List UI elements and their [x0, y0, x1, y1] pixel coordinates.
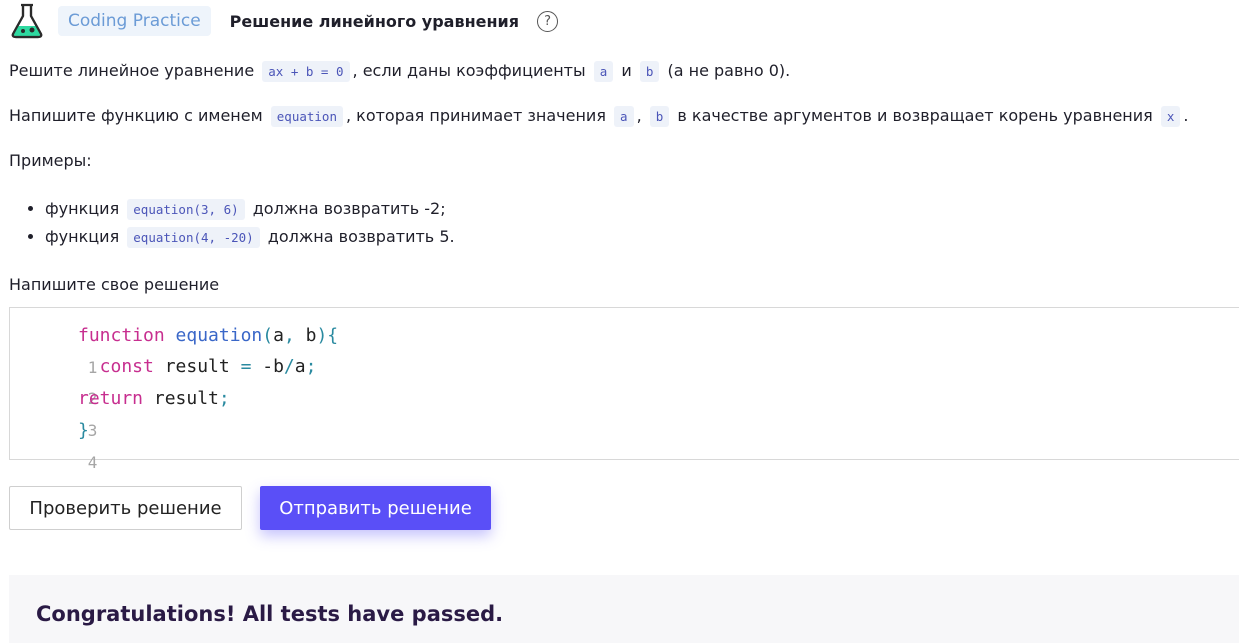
list-item: функция equation(3, 6) должна возвратить… — [45, 195, 455, 223]
text: должна возвратить -2; — [252, 199, 446, 218]
text: . — [1183, 106, 1189, 125]
code-line[interactable]: 3 return result; — [10, 383, 230, 440]
text: функция — [45, 227, 120, 246]
task-paragraph-1: Решите линейное уравнение ax + b = 0, ес… — [9, 59, 790, 84]
task-paragraph-2: Напишите функцию с именем equation, кото… — [9, 104, 1189, 129]
examples-list: функция equation(3, 6) должна возвратить… — [9, 195, 455, 251]
code-line[interactable]: 4 } — [10, 415, 97, 472]
token: result — [143, 388, 219, 409]
token: -b — [251, 356, 284, 377]
token: } — [78, 420, 89, 441]
token: ( — [262, 325, 274, 346]
editor-label: Напишите свое решение — [9, 275, 220, 294]
token: equation — [175, 325, 263, 346]
token: function — [78, 325, 165, 346]
token: , — [283, 325, 306, 346]
token: ; — [218, 388, 230, 409]
inline-code: x — [1160, 106, 1181, 127]
inline-code: a — [614, 106, 634, 127]
token: ){ — [316, 325, 339, 346]
code-editor[interactable]: 1 function equation(a, b){ 2 const resul… — [9, 307, 1239, 472]
text: Решите линейное уравнение — [9, 61, 255, 80]
token: return — [78, 388, 144, 409]
text: , если даны коэффициенты — [352, 61, 586, 80]
course-badge[interactable]: Coding Practice — [58, 6, 211, 36]
examples-label: Примеры: — [9, 151, 92, 170]
result-panel: Congratulations! All tests have passed. — [9, 575, 1239, 643]
flask-icon — [11, 3, 43, 39]
inline-code: equation — [270, 106, 343, 127]
token: a — [294, 356, 306, 377]
submit-solution-button[interactable]: Отправить решение — [260, 486, 491, 530]
token: / — [283, 356, 295, 377]
text: Напишите функцию с именем — [9, 106, 263, 125]
page-title: Решение линейного уравнения — [229, 11, 520, 31]
page-header: Coding Practice Решение линейного уравне… — [8, 2, 559, 40]
text: , — [636, 106, 642, 125]
text: должна возвратить 5. — [267, 227, 455, 246]
token: = — [240, 356, 252, 377]
text: функция — [45, 199, 120, 218]
help-icon[interactable]: ? — [537, 10, 559, 32]
token: b — [305, 325, 317, 346]
inline-code: b — [649, 106, 670, 127]
token: ; — [305, 356, 317, 377]
inline-code: equation(3, 6) — [127, 199, 245, 220]
text: , которая принимает значения — [345, 106, 606, 125]
line-number: 4 — [87, 453, 98, 472]
inline-code: a — [593, 61, 614, 82]
text: (a не равно 0). — [667, 61, 791, 80]
token: a — [273, 325, 284, 346]
code-line[interactable]: 1 function equation(a, b){ — [10, 320, 338, 377]
token: result — [153, 356, 241, 377]
token: const — [78, 356, 154, 377]
text: и — [621, 61, 632, 80]
success-message: Congratulations! All tests have passed. — [36, 602, 504, 626]
list-item: функция equation(4, -20) должна возврати… — [45, 223, 455, 251]
text: в качестве аргументов и возвращает корен… — [677, 106, 1153, 125]
inline-code: ax + b = 0 — [262, 61, 350, 82]
code-line[interactable]: 2 const result = -b/a; — [10, 351, 317, 408]
check-solution-button[interactable]: Проверить решение — [9, 486, 242, 530]
inline-code: equation(4, -20) — [127, 227, 260, 248]
inline-code: b — [639, 61, 660, 82]
